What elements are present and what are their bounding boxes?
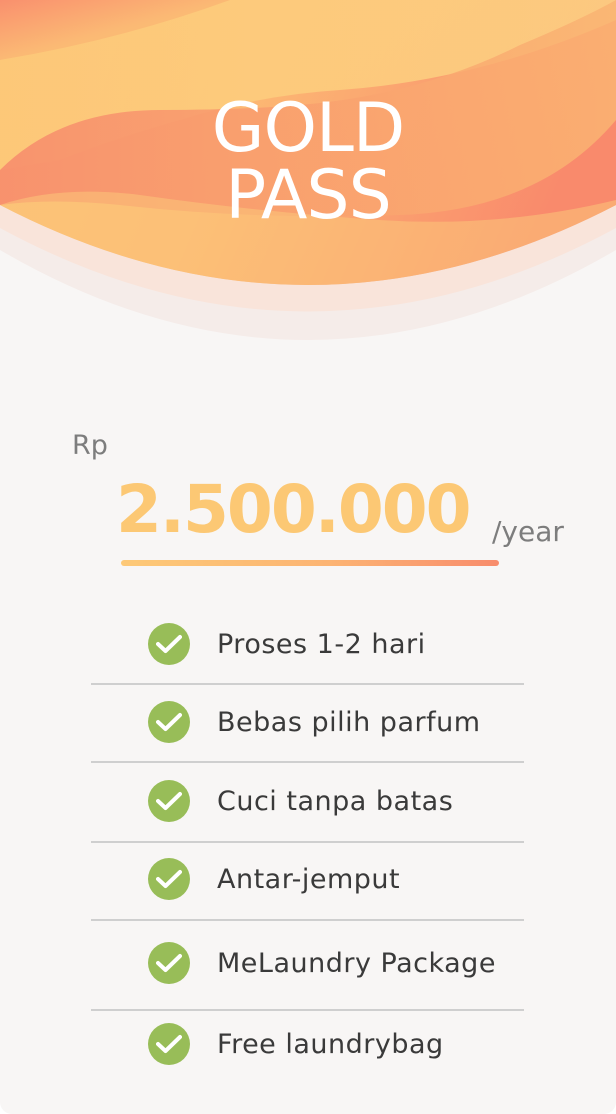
feature-label: Cuci tanpa batas bbox=[217, 785, 454, 817]
feature-divider bbox=[91, 1009, 524, 1011]
feature-label: MeLaundry Package bbox=[217, 947, 496, 979]
price-amount: 2.500.000 bbox=[116, 471, 472, 548]
feature-label: Proses 1-2 hari bbox=[217, 628, 426, 660]
check-circle-icon bbox=[148, 942, 190, 984]
check-circle-icon bbox=[148, 858, 190, 900]
price-period: /year bbox=[492, 515, 564, 548]
feature-label: Free laundrybag bbox=[217, 1028, 444, 1060]
feature-item: Proses 1-2 hari bbox=[148, 622, 426, 666]
check-circle-icon bbox=[148, 701, 190, 743]
feature-item: Free laundrybag bbox=[148, 1022, 444, 1066]
feature-divider bbox=[91, 683, 524, 685]
feature-label: Antar-jemput bbox=[217, 863, 401, 895]
price-underline bbox=[121, 560, 499, 566]
plan-title-line-2: PASS bbox=[225, 156, 392, 235]
feature-item: Bebas pilih parfum bbox=[148, 700, 481, 744]
check-circle-icon bbox=[148, 780, 190, 822]
feature-label: Bebas pilih parfum bbox=[217, 706, 481, 738]
feature-item: Antar-jemput bbox=[148, 857, 400, 901]
gold-pass-card: GOLD PASS Rp 2.500.000 /year Proses 1-2 … bbox=[0, 0, 616, 1114]
check-circle-icon bbox=[148, 623, 190, 665]
feature-divider bbox=[91, 919, 524, 921]
feature-item: Cuci tanpa batas bbox=[148, 779, 453, 823]
plan-title-line-1: GOLD bbox=[211, 89, 405, 168]
check-circle-icon bbox=[148, 1023, 190, 1065]
feature-item: MeLaundry Package bbox=[148, 941, 496, 985]
currency-label: Rp bbox=[72, 430, 108, 461]
feature-divider bbox=[91, 761, 524, 763]
feature-divider bbox=[91, 841, 524, 843]
